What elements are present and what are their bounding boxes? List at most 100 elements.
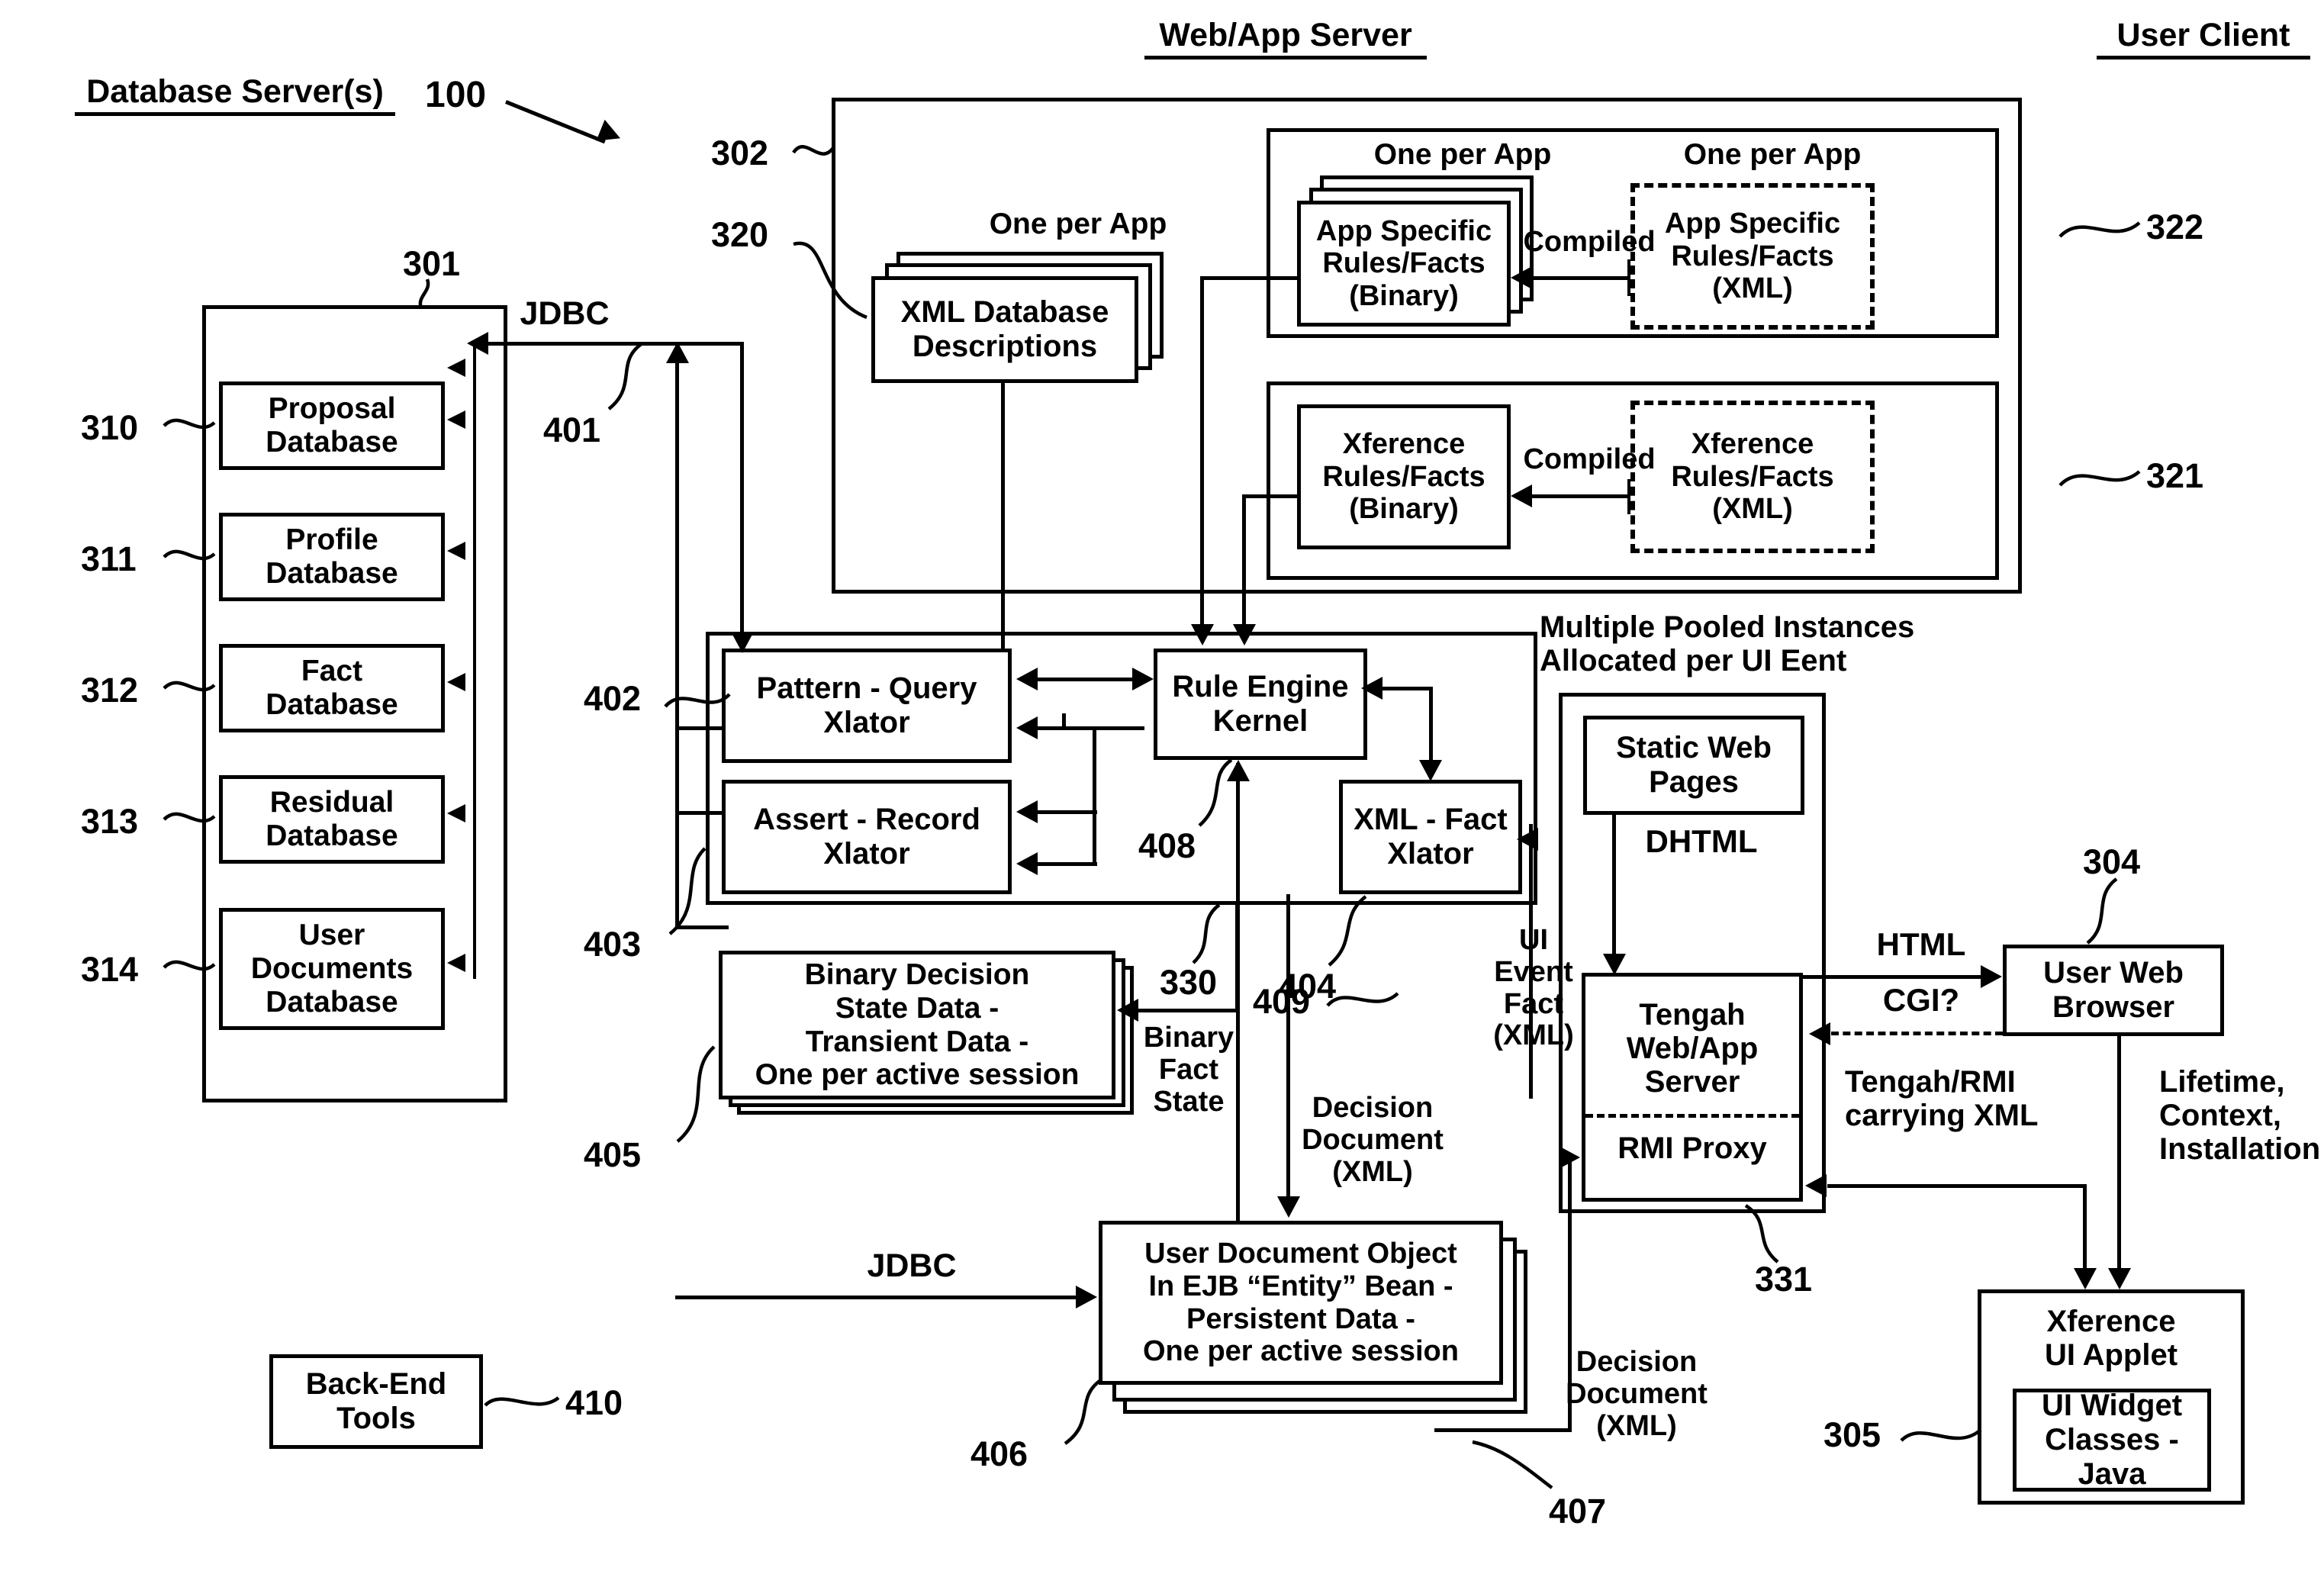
ref-304-leader (2086, 877, 2118, 945)
jdbc-bottom-arrow (1076, 1286, 1097, 1308)
tengah-rmi-arrow-down (2074, 1268, 2097, 1289)
dhtml-label: DHTML (1645, 823, 1758, 859)
ref-410-leader (484, 1396, 560, 1407)
ref-330: 330 (1160, 963, 1218, 1002)
tengah-rmi-arrow (1805, 1174, 1827, 1197)
ref-408: 408 (1138, 826, 1196, 865)
db-box-profile: Profile Database (219, 513, 445, 601)
pattern-kernel-arrow-right (1132, 668, 1154, 690)
binary-fact-state-label: Binary Fact State (1143, 1022, 1234, 1118)
figure-number-arrow-line (505, 100, 606, 144)
kernel-pattern-feedback-h (1038, 726, 1144, 730)
ui-widget-classes-box: UI Widget Classes - Java (2013, 1389, 2211, 1492)
ref-311-leader (163, 549, 216, 561)
app-specific-compiled-arrow-line (1532, 276, 1631, 280)
xmlfact-to-udo-arrow (1277, 1196, 1300, 1218)
ref-406: 406 (970, 1434, 1028, 1473)
app-specific-xml-caption: One per App (1683, 138, 1862, 171)
ref-408-leader (1198, 758, 1233, 827)
kernel-assert-v2 (1093, 810, 1096, 865)
heading-database-server: Database Server(s) (75, 73, 395, 116)
cgi-link-arrow (1809, 1022, 1830, 1045)
ref-322: 322 (2146, 208, 2204, 246)
heading-web-app-server: Web/App Server (1144, 17, 1427, 60)
ref-401: 401 (543, 410, 601, 449)
figure-number-arrow-head (596, 119, 625, 150)
lifetime-context-label: Lifetime, Context, Installation (2159, 1065, 2321, 1166)
kernel-xmlfact-arrow-down (1419, 760, 1442, 781)
static-to-tengah-v (1612, 815, 1616, 960)
pattern-query-xlator-box: Pattern - Query Xlator (722, 649, 1012, 763)
ref-320-leader (793, 241, 867, 320)
ref-312-leader (163, 681, 216, 692)
udo-to-kernel-v (1236, 763, 1240, 1236)
pooled-instances-caption: Multiple Pooled Instances Allocated per … (1540, 610, 1915, 678)
db-box-fact: Fact Database (219, 644, 445, 732)
ref-409-leader (1326, 992, 1399, 1007)
ref-310: 310 (81, 408, 139, 447)
browser-to-applet-v (2117, 1036, 2121, 1274)
assert-to-db-h (675, 811, 723, 815)
ref-407-leader (1472, 1440, 1553, 1489)
db-arrow-residual (447, 804, 465, 822)
static-web-pages-box: Static Web Pages (1583, 716, 1804, 815)
ref-406-leader (1064, 1378, 1103, 1445)
ref-311: 311 (81, 539, 137, 578)
pattern-kernel-link (1038, 678, 1134, 681)
ref-305-leader (1900, 1428, 1982, 1442)
ref-407: 407 (1549, 1492, 1607, 1531)
appspec-to-kernel-v (1200, 276, 1204, 629)
kernel-assert-h2 (1038, 862, 1097, 866)
xference-to-kernel-arrow (1233, 624, 1256, 645)
jdbc-bottom-line (675, 1296, 1080, 1299)
ref-402-leader (664, 693, 731, 708)
decision-document-in-label: Decision Document (XML) (1302, 1092, 1444, 1188)
ref-301: 301 (403, 244, 461, 283)
appspec-to-kernel-arrow (1191, 624, 1214, 645)
tengah-rmi-divider (1585, 1114, 1799, 1118)
db-arrow-userdocs (447, 954, 465, 972)
udo-to-rmi-arrow (1559, 1146, 1580, 1169)
ref-401-leader (607, 342, 644, 410)
ref-312: 312 (81, 671, 139, 710)
ref-321-leader (2058, 470, 2141, 487)
ref-402: 402 (584, 679, 642, 718)
ref-304: 304 (2083, 842, 2141, 881)
ui-event-fact-label: UI Event Fact (XML) (1493, 924, 1574, 1052)
db-box-user-documents: User Documents Database (219, 908, 445, 1030)
jdbc-top-arrow-head (467, 332, 488, 355)
xference-to-kernel-v (1242, 494, 1246, 629)
jdbc-top-label: JDBC (520, 295, 610, 332)
cgi-link-label: CGI? (1882, 982, 1960, 1018)
xference-to-kernel-h (1242, 494, 1302, 498)
ref402-up-arrow (666, 342, 689, 363)
tengah-server-label: Tengah Web/App Server (1626, 998, 1759, 1099)
xference-compiled-arrow-head (1511, 484, 1532, 507)
figure-number-100: 100 (425, 75, 487, 115)
xml-db-descriptions-caption: One per App (989, 208, 1167, 240)
db-box-proposal: Proposal Database (219, 381, 445, 470)
kernel-assert-h1 (1038, 810, 1097, 814)
ref-331-leader (1744, 1204, 1779, 1263)
heading-user-client: User Client (2097, 17, 2310, 60)
ref-310-leader (163, 418, 216, 430)
rmi-to-xmlfact-arrow (1517, 828, 1538, 851)
engine-left-h (675, 726, 723, 730)
ref-405-leader (676, 1045, 716, 1143)
xference-compiled-arrow-line (1532, 494, 1631, 498)
cgi-link-line (1831, 1032, 2003, 1035)
ref-320: 320 (711, 215, 769, 254)
appspec-to-kernel-h (1200, 276, 1299, 280)
browser-to-applet-arrow (2108, 1268, 2131, 1289)
html-link-label: HTML (1876, 926, 1966, 962)
ref-405: 405 (584, 1135, 642, 1174)
jdbc-top-down-arrow (731, 632, 754, 653)
xference-ui-applet-label: Xference UI Applet (2044, 1305, 2178, 1372)
tengah-rmi-line-h (1827, 1184, 2087, 1188)
kernel-xmlfact-arrow-left (1361, 677, 1382, 700)
ref-410: 410 (565, 1383, 623, 1422)
ref-314: 314 (81, 950, 139, 989)
ref-321: 321 (2146, 456, 2204, 495)
decision-document-out-label: Decision Document (XML) (1566, 1346, 1708, 1442)
user-web-browser-box: User Web Browser (2003, 945, 2224, 1036)
